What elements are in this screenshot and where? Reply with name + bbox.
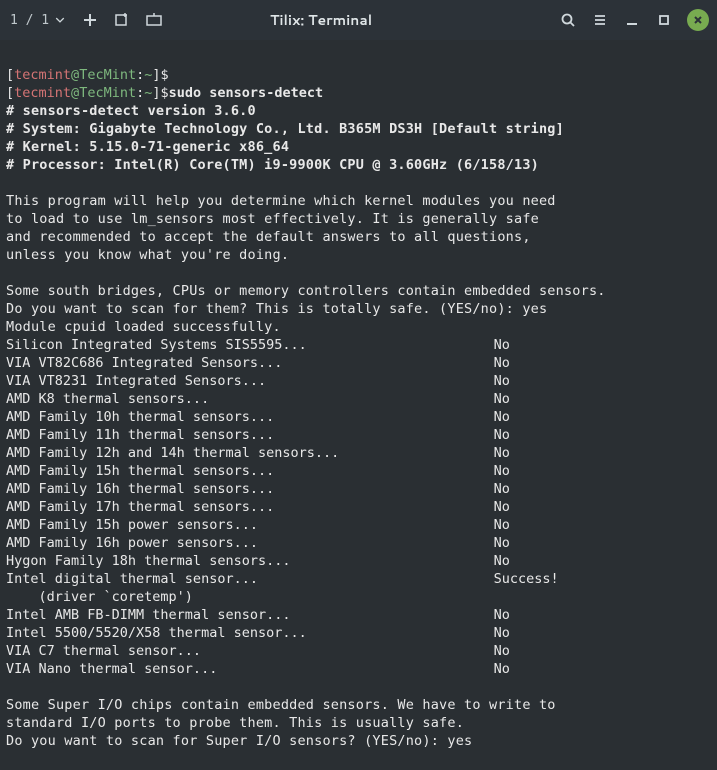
sensor-amd-15h-power: AMD Family 15h power sensors... No [6,517,510,533]
minimize-button[interactable] [623,11,641,29]
sensor-intel-5500: Intel 5500/5520/X58 thermal sensor... No [6,625,510,641]
terminal-content[interactable]: [tecmint@TecMint:~]$ [tecmint@TecMint:~]… [0,40,717,758]
sensor-amd-16h-power: AMD Family 16h power sensors... No [6,535,510,551]
close-button[interactable] [687,9,709,31]
chevron-down-icon [55,15,65,25]
sensor-vt82c686: VIA VT82C686 Integrated Sensors... No [6,355,510,371]
window-title: Tilix: Terminal [83,10,559,30]
output-help-4: unless you know what you're doing. [6,247,289,263]
maximize-icon [656,12,672,28]
output-scan-1: Some south bridges, CPUs or memory contr… [6,283,606,299]
sensor-intel-digital: Intel digital thermal sensor... Success! [6,571,559,587]
sensor-via-c7: VIA C7 thermal sensor... No [6,643,510,659]
maximize-button[interactable] [655,11,673,29]
sensor-hygon-18h: Hygon Family 18h thermal sensors... No [6,553,510,569]
sensor-amd-11h: AMD Family 11h thermal sensors... No [6,427,510,443]
sensor-amd-15h: AMD Family 15h thermal sensors... No [6,463,510,479]
search-button[interactable] [559,11,577,29]
output-help-1: This program will help you determine whi… [6,193,556,209]
titlebar: 1 / 1 Tilix: Terminal [0,0,717,40]
menu-button[interactable] [591,11,609,29]
sensor-amd-10h: AMD Family 10h thermal sensors... No [6,409,510,425]
sensor-intel-amb: Intel AMB FB-DIMM thermal sensor... No [6,607,510,623]
minimize-icon [624,12,640,28]
sensor-amd-k8: AMD K8 thermal sensors... No [6,391,510,407]
output-system: # System: Gigabyte Technology Co., Ltd. … [6,121,564,137]
sensor-amd-17h: AMD Family 17h thermal sensors... No [6,499,510,515]
session-indicator[interactable]: 1 / 1 [8,13,67,28]
session-count: 1 / 1 [10,13,49,28]
sensor-amd-12h-14h: AMD Family 12h and 14h thermal sensors..… [6,445,510,461]
output-kernel: # Kernel: 5.15.0-71-generic x86_64 [6,139,289,155]
output-scan-3: Module cpuid loaded successfully. [6,319,281,335]
output-superio-1: Some Super I/O chips contain embedded se… [6,697,556,713]
sensor-via-nano: VIA Nano thermal sensor... No [6,661,510,677]
hamburger-icon [592,12,608,28]
output-processor: # Processor: Intel(R) Core(TM) i9-9900K … [6,157,539,173]
close-icon [692,14,704,26]
titlebar-right [559,9,709,31]
search-icon [560,12,576,28]
prompt-line-2: [tecmint@TecMint:~]$sudo sensors-detect [6,85,323,101]
prompt-line-1: [tecmint@TecMint:~]$ [6,67,169,83]
sensor-intel-driver: (driver `coretemp') [6,589,193,605]
sensor-vt8231: VIA VT8231 Integrated Sensors... No [6,373,510,389]
sensor-amd-16h: AMD Family 16h thermal sensors... No [6,481,510,497]
output-help-3: and recommended to accept the default an… [6,229,531,245]
output-version: # sensors-detect version 3.6.0 [6,103,256,119]
output-scan-2: Do you want to scan for them? This is to… [6,301,547,317]
output-superio-2: standard I/O ports to probe them. This i… [6,715,464,731]
sensor-sis5595: Silicon Integrated Systems SIS5595... No [6,337,510,353]
output-help-2: to load to use lm_sensors most effective… [6,211,539,227]
output-superio-3: Do you want to scan for Super I/O sensor… [6,733,472,749]
